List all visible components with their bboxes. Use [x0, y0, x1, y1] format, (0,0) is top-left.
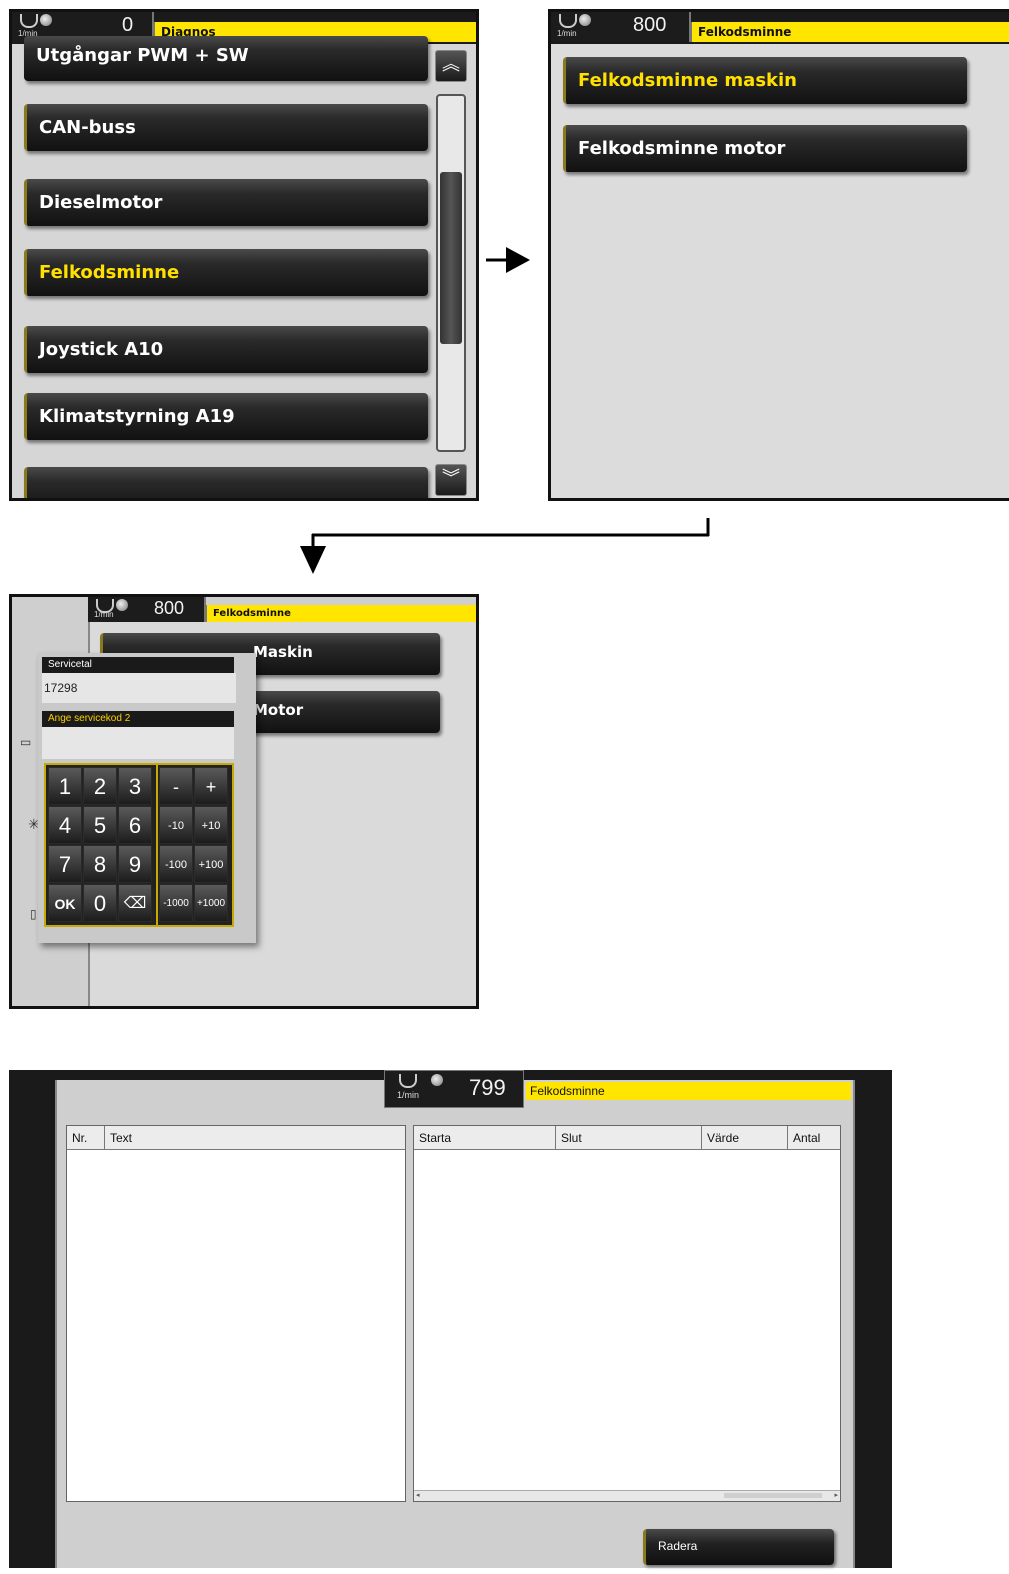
fault-list-screen: 1/min 799 Felkodsminne Nr. Text Starta S… [9, 1070, 892, 1568]
key-0[interactable]: 0 [83, 884, 117, 922]
status-led-icon [116, 599, 128, 611]
servicekod-screen: ▭ ✳ ▯ 1/min 800 Felkodsminne Maskin Moto… [9, 594, 479, 1009]
rpm-value: 800 [154, 598, 185, 618]
scroll-left-icon[interactable]: ◂ [416, 1491, 420, 1499]
arrow-right-icon [486, 247, 530, 273]
menu-item-label: Dieselmotor [39, 192, 163, 213]
page-title: Felkodsminne [213, 608, 291, 619]
tachometer-icon [20, 14, 38, 28]
menu-item-label: Joystick A10 [39, 339, 164, 360]
header-bar: 1/min 800 Felkodsminne [88, 597, 476, 622]
flow-arrow-right [486, 245, 532, 275]
page-title-strip: Felkodsminne [526, 1082, 851, 1100]
column-header-slut[interactable]: Slut [556, 1126, 702, 1150]
diagnos-screen: 1/min 0 Diagnos Utgångar PWM + SW CAN-bu… [9, 9, 479, 501]
servicetal-label: Servicetal [42, 657, 234, 673]
menu-item-label: CAN-buss [39, 117, 136, 138]
servicekod-label: Ange servicekod 2 [42, 711, 234, 727]
page-title: Felkodsminne [698, 25, 792, 39]
rpm-unit: 1/min [94, 610, 114, 619]
key-6[interactable]: 6 [118, 806, 152, 844]
menu-item-label: Utgångar PWM + SW [36, 45, 249, 66]
menu-item-dieselmotor[interactable]: Dieselmotor [24, 179, 428, 226]
menu-item-label: Felkodsminne [39, 262, 180, 283]
menu-item-can-buss[interactable]: CAN-buss [24, 104, 428, 151]
column-header-varde[interactable]: Värde [702, 1126, 788, 1150]
scrollbar-track[interactable] [436, 94, 466, 452]
key-5[interactable]: 5 [83, 806, 117, 844]
key-ok[interactable]: OK [48, 884, 82, 922]
menu-item-klimatstyrning-a19[interactable]: Klimatstyrning A19 [24, 393, 428, 440]
rpm-indicator: 1/min 800 [551, 12, 691, 42]
page-title-strip: Felkodsminne [689, 22, 1009, 42]
menu-item-felkodsminne-maskin[interactable]: Felkodsminne maskin [563, 57, 967, 104]
double-chevron-up-icon: ︽ [442, 54, 460, 75]
status-led-icon [579, 14, 591, 26]
menu-item-partial[interactable] [24, 467, 428, 498]
menu-item-felkodsminne[interactable]: Felkodsminne [24, 249, 428, 296]
side-icon-3: ▯ [30, 907, 37, 921]
arrow-down-icon [300, 518, 710, 574]
header-bar: 1/min 800 Felkodsminne [551, 12, 1009, 44]
rpm-unit: 1/min [397, 1090, 420, 1100]
rpm-value: 799 [469, 1075, 506, 1100]
double-chevron-down-icon: ︾ [442, 468, 460, 489]
key-plus-100[interactable]: +100 [194, 845, 228, 883]
column-header-text[interactable]: Text [105, 1126, 405, 1150]
menu-item-label: Klimatstyrning A19 [39, 406, 235, 427]
key-minus-1000[interactable]: -1000 [159, 884, 193, 922]
menu-item-utgangar[interactable]: Utgångar PWM + SW [24, 36, 428, 81]
column-header-nr[interactable]: Nr. [67, 1126, 105, 1150]
fault-text-table[interactable]: Nr. Text [66, 1125, 406, 1502]
flow-arrow-down [290, 518, 715, 578]
felkodsminne-screen: 1/min 800 Felkodsminne Felkodsminne mask… [548, 9, 1009, 501]
key-7[interactable]: 7 [48, 845, 82, 883]
fault-details-table[interactable]: Starta Slut Värde Antal ◂ ▸ [413, 1125, 841, 1502]
rpm-unit: 1/min [557, 29, 577, 38]
key-minus-10[interactable]: -10 [159, 806, 193, 844]
key-minus[interactable]: - [159, 767, 193, 805]
column-header-antal[interactable]: Antal [788, 1126, 840, 1150]
scrollbar-thumb[interactable] [724, 1493, 822, 1498]
menu-item-label: Motor [253, 701, 304, 719]
side-icon-1: ▭ [20, 735, 32, 749]
delete-button-label: Radera [658, 1539, 698, 1553]
status-led-icon [40, 14, 52, 26]
menu-item-label: Felkodsminne maskin [578, 70, 797, 91]
scroll-down-button[interactable]: ︾ [435, 464, 467, 496]
horizontal-scrollbar[interactable]: ◂ ▸ [414, 1490, 840, 1501]
rpm-indicator: 1/min 799 [384, 1070, 524, 1108]
rpm-value: 0 [122, 14, 134, 36]
servicetal-value: 17298 [42, 673, 236, 703]
key-plus[interactable]: + [194, 767, 228, 805]
menu-item-label: Maskin [253, 643, 313, 661]
key-plus-1000[interactable]: +1000 [194, 884, 228, 922]
key-3[interactable]: 3 [118, 767, 152, 805]
servicekod-dialog: Servicetal 17298 Ange servicekod 2 1 2 3… [38, 653, 256, 943]
delete-button[interactable]: Radera [643, 1529, 834, 1565]
column-header-starta[interactable]: Starta [414, 1126, 556, 1150]
key-plus-10[interactable]: +10 [194, 806, 228, 844]
scroll-right-icon[interactable]: ▸ [834, 1491, 838, 1499]
servicekod-input[interactable] [42, 727, 234, 759]
menu-item-label: Felkodsminne motor [578, 138, 786, 159]
status-led-icon [431, 1074, 443, 1086]
key-2[interactable]: 2 [83, 767, 117, 805]
tachometer-icon [559, 14, 577, 28]
key-minus-100[interactable]: -100 [159, 845, 193, 883]
rpm-value: 800 [633, 14, 667, 36]
rpm-indicator: 1/min 800 [88, 597, 206, 622]
key-9[interactable]: 9 [118, 845, 152, 883]
menu-item-joystick-a10[interactable]: Joystick A10 [24, 326, 428, 373]
key-8[interactable]: 8 [83, 845, 117, 883]
key-4[interactable]: 4 [48, 806, 82, 844]
tachometer-icon [399, 1074, 417, 1088]
scroll-up-button[interactable]: ︽ [435, 50, 467, 82]
page-title: Felkodsminne [530, 1084, 605, 1098]
scrollbar-thumb[interactable] [440, 172, 462, 344]
page-title-strip: Felkodsminne [204, 605, 476, 622]
backspace-icon[interactable]: ⌫ [118, 884, 152, 922]
menu-item-felkodsminne-motor[interactable]: Felkodsminne motor [563, 125, 967, 172]
key-1[interactable]: 1 [48, 767, 82, 805]
